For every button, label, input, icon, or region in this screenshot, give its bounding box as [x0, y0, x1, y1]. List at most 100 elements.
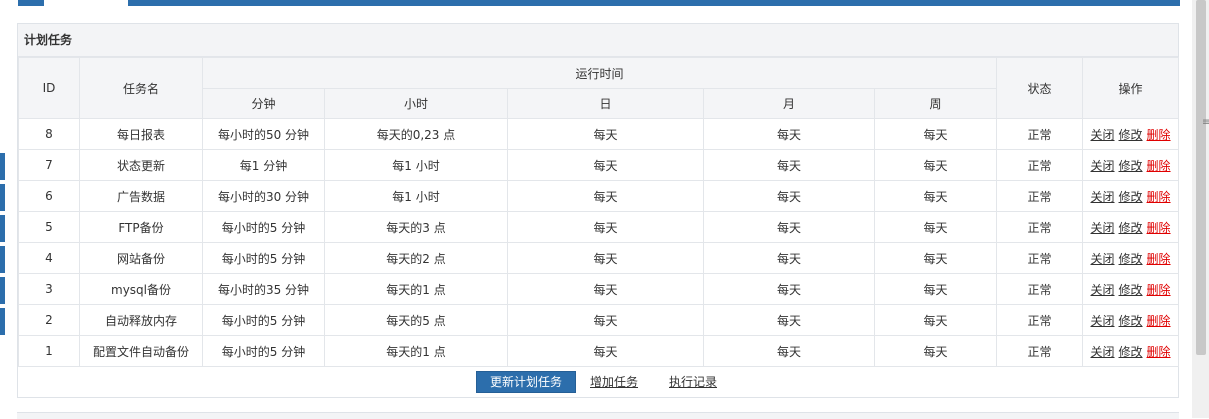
- close-task-link[interactable]: 关闭: [1091, 190, 1115, 204]
- col-header-hour: 小时: [324, 88, 508, 119]
- table-row: 4 网站备份 每小时的5 分钟 每天的2 点 每天 每天 每天 正常 关闭 修改删…: [18, 242, 1180, 274]
- col-header-actions: 操作: [1082, 57, 1180, 119]
- cell-status: 正常: [996, 304, 1084, 336]
- cell-minute: 每小时的5 分钟: [202, 335, 325, 367]
- cell-actions: 关闭 修改 删除: [1082, 335, 1180, 367]
- cell-day: 每天: [507, 304, 704, 336]
- cell-hour: 每天的2 点: [324, 242, 508, 274]
- cell-day: 每天: [507, 211, 704, 243]
- edit-task-link[interactable]: 修改: [1119, 128, 1143, 142]
- close-task-link[interactable]: 关闭: [1091, 221, 1115, 235]
- close-task-link[interactable]: 关闭: [1091, 159, 1115, 173]
- col-header-week: 周: [873, 88, 998, 119]
- left-nav-marker[interactable]: [0, 246, 5, 273]
- cell-id: 6: [18, 180, 80, 212]
- cell-week: 每天: [873, 211, 998, 243]
- cell-hour: 每天的5 点: [324, 304, 508, 336]
- cell-week: 每天: [873, 149, 998, 181]
- delete-task-link[interactable]: 删除: [1147, 283, 1171, 297]
- col-header-status: 状态: [996, 57, 1084, 119]
- tasks-table: ID 任务名 运行时间 状态 操作 分钟 小时 日 月 周 8 每日报表 每小时…: [18, 57, 1180, 367]
- cell-day: 每天: [507, 273, 704, 305]
- close-task-link[interactable]: 关闭: [1091, 345, 1115, 359]
- execution-log-link[interactable]: 执行记录: [669, 371, 717, 393]
- cell-name: FTP备份: [79, 211, 203, 243]
- cell-id: 5: [18, 211, 80, 243]
- cell-name: mysql备份: [79, 273, 203, 305]
- cell-minute: 每小时的5 分钟: [202, 242, 325, 274]
- scrollbar-thumb[interactable]: ≡: [1196, 0, 1209, 355]
- left-nav-marker[interactable]: [0, 184, 5, 211]
- table-footer: 更新计划任务 增加任务 执行记录: [18, 367, 1178, 396]
- cell-week: 每天: [873, 118, 998, 150]
- delete-task-link[interactable]: 删除: [1147, 345, 1171, 359]
- cell-hour: 每天的1 点: [324, 273, 508, 305]
- cell-actions: 关闭 修改 删除: [1082, 149, 1180, 181]
- cell-name: 每日报表: [79, 118, 203, 150]
- close-task-link[interactable]: 关闭: [1091, 314, 1115, 328]
- cell-week: 每天: [873, 242, 998, 274]
- tab-inactive[interactable]: [18, 0, 44, 6]
- cell-actions: 关闭 修改 删除: [1082, 180, 1180, 212]
- cell-minute: 每小时的35 分钟: [202, 273, 325, 305]
- cell-day: 每天: [507, 242, 704, 274]
- cell-hour: 每1 小时: [324, 180, 508, 212]
- col-header-name: 任务名: [79, 57, 203, 119]
- cell-status: 正常: [996, 118, 1084, 150]
- cell-minute: 每小时的5 分钟: [202, 304, 325, 336]
- delete-task-link[interactable]: 删除: [1147, 221, 1171, 235]
- close-task-link[interactable]: 关闭: [1091, 252, 1115, 266]
- col-header-id: ID: [18, 57, 80, 119]
- edit-task-link[interactable]: 修改: [1119, 252, 1143, 266]
- cell-month: 每天: [703, 242, 875, 274]
- cell-status: 正常: [996, 180, 1084, 212]
- cell-status: 正常: [996, 149, 1084, 181]
- edit-task-link[interactable]: 修改: [1119, 283, 1143, 297]
- cell-hour: 每天的0,23 点: [324, 118, 508, 150]
- cell-minute: 每小时的30 分钟: [202, 180, 325, 212]
- cell-status: 正常: [996, 242, 1084, 274]
- close-task-link[interactable]: 关闭: [1091, 283, 1115, 297]
- left-nav-marker[interactable]: [0, 308, 5, 335]
- cell-actions: 关闭 修改 删除: [1082, 211, 1180, 243]
- table-row: 7 状态更新 每1 分钟 每1 小时 每天 每天 每天 正常 关闭 修改 删除: [18, 149, 1180, 181]
- cell-day: 每天: [507, 149, 704, 181]
- cell-month: 每天: [703, 211, 875, 243]
- delete-task-link[interactable]: 删除: [1147, 314, 1171, 328]
- tab-active[interactable]: [44, 0, 128, 6]
- delete-task-link[interactable]: 删除: [1147, 128, 1171, 142]
- left-nav-marker[interactable]: [0, 153, 5, 180]
- edit-task-link[interactable]: 修改: [1119, 190, 1143, 204]
- delete-task-link[interactable]: 删除: [1147, 159, 1171, 173]
- cell-month: 每天: [703, 180, 875, 212]
- edit-task-link[interactable]: 修改: [1119, 314, 1143, 328]
- cell-month: 每天: [703, 335, 875, 367]
- vertical-scrollbar[interactable]: ≡: [1192, 0, 1209, 418]
- left-nav-marker[interactable]: [0, 215, 5, 242]
- edit-task-link[interactable]: 修改: [1119, 345, 1143, 359]
- cell-hour: 每天的3 点: [324, 211, 508, 243]
- delete-task-link[interactable]: 删除: [1147, 252, 1171, 266]
- delete-task-link[interactable]: 删除: [1147, 190, 1171, 204]
- table-row: 6 广告数据 每小时的30 分钟 每1 小时 每天 每天 每天 正常 关闭 修改删…: [18, 180, 1180, 212]
- cell-day: 每天: [507, 118, 704, 150]
- edit-task-link[interactable]: 修改: [1119, 221, 1143, 235]
- table-row: 3 mysql备份 每小时的35 分钟 每天的1 点 每天 每天 每天 正常 关…: [18, 273, 1180, 305]
- cell-id: 7: [18, 149, 80, 181]
- cell-day: 每天: [507, 335, 704, 367]
- cell-id: 3: [18, 273, 80, 305]
- cell-id: 1: [18, 335, 80, 367]
- update-tasks-button[interactable]: 更新计划任务: [476, 371, 576, 393]
- close-task-link[interactable]: 关闭: [1091, 128, 1115, 142]
- col-header-month: 月: [703, 88, 875, 119]
- add-task-link[interactable]: 增加任务: [590, 371, 638, 393]
- edit-task-link[interactable]: 修改: [1119, 159, 1143, 173]
- grip-lines-icon: ≡: [1202, 117, 1209, 128]
- cell-minute: 每1 分钟: [202, 149, 325, 181]
- left-nav-marker[interactable]: [0, 277, 5, 304]
- cell-status: 正常: [996, 335, 1084, 367]
- cell-minute: 每小时的5 分钟: [202, 211, 325, 243]
- cell-week: 每天: [873, 273, 998, 305]
- cell-actions: 关闭 修改 删除: [1082, 273, 1180, 305]
- cell-status: 正常: [996, 273, 1084, 305]
